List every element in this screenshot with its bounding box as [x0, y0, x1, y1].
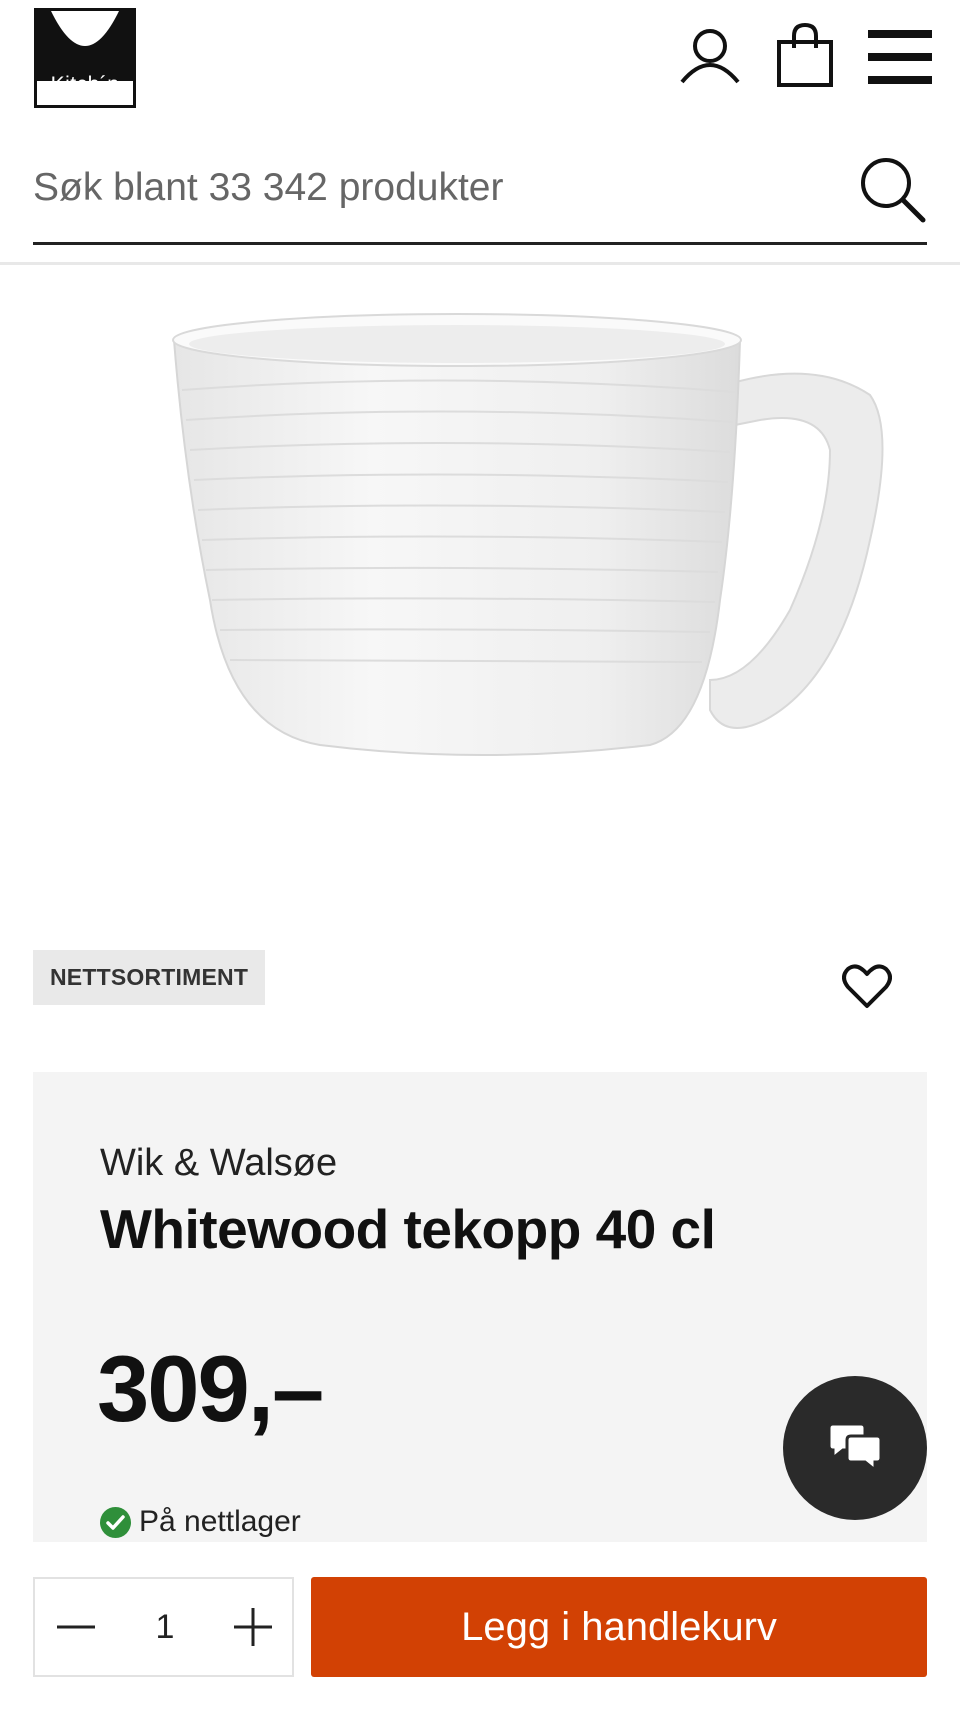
plus-icon[interactable]: [230, 1604, 276, 1650]
product-image[interactable]: [150, 300, 890, 840]
chat-button[interactable]: [783, 1376, 927, 1520]
user-icon[interactable]: [678, 26, 742, 91]
chat-bubbles-icon: [827, 1422, 883, 1474]
mug-illustration: [172, 313, 884, 756]
kitchn-logo[interactable]: Kitch´n: [34, 8, 136, 108]
shopping-bag-icon[interactable]: [776, 22, 834, 93]
quantity-stepper: 1: [33, 1577, 294, 1677]
minus-icon[interactable]: [53, 1604, 99, 1650]
check-circle-icon: [100, 1506, 131, 1538]
search-input[interactable]: [33, 158, 833, 218]
search-bar: [33, 140, 927, 245]
product-title: Whitewood tekopp 40 cl: [100, 1198, 716, 1260]
hamburger-menu-icon[interactable]: [868, 30, 932, 89]
product-brand[interactable]: Wik & Walsøe: [100, 1142, 337, 1185]
stock-status: På nettlager: [100, 1505, 301, 1539]
assortment-badge: NETTSORTIMENT: [33, 950, 266, 1005]
site-header: Kitch´n: [0, 0, 960, 130]
product-price: 309,–: [97, 1336, 324, 1441]
search-icon[interactable]: [857, 154, 927, 224]
stock-status-label: På nettlager: [139, 1505, 301, 1538]
header-divider: [0, 262, 960, 265]
logo-text: Kitch´n: [50, 73, 120, 96]
add-to-cart-button[interactable]: Legg i handlekurv: [311, 1577, 927, 1677]
heart-icon[interactable]: [842, 964, 892, 1014]
quantity-value[interactable]: 1: [135, 1599, 195, 1655]
